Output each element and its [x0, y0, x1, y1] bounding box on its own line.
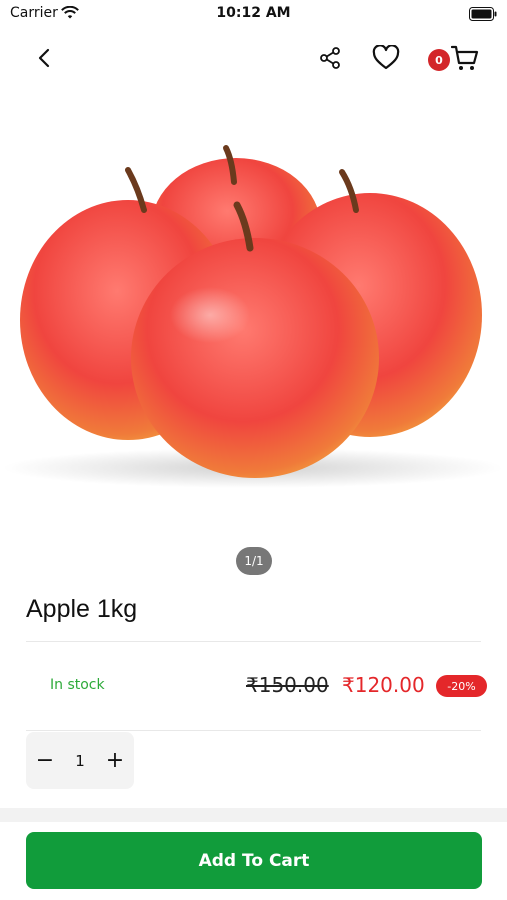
decrease-quantity-button[interactable]: −: [26, 732, 64, 789]
original-price: ₹150.00: [246, 673, 329, 697]
section-separator: [0, 808, 507, 822]
back-icon: [37, 48, 51, 72]
cart-icon: [450, 44, 479, 76]
share-icon: [318, 46, 342, 74]
product-image[interactable]: [0, 100, 507, 530]
quantity-value: 1: [75, 751, 85, 770]
cart-button[interactable]: [448, 42, 482, 78]
add-to-cart-button[interactable]: Add To Cart: [26, 832, 482, 889]
image-page-indicator: 1/1: [236, 547, 272, 575]
product-title: Apple 1kg: [26, 595, 138, 623]
divider: [26, 641, 481, 642]
cart-count-badge: 0: [428, 49, 450, 71]
clock: 10:12 AM: [216, 5, 291, 21]
quantity-stepper: − 1 +: [26, 732, 134, 789]
favorite-button[interactable]: [368, 42, 404, 78]
heart-icon: [372, 44, 400, 75]
sale-price: ₹120.00: [342, 673, 425, 697]
divider: [26, 730, 481, 731]
share-button[interactable]: [313, 42, 347, 78]
battery-icon: [469, 6, 497, 25]
discount-badge: -20%: [436, 675, 487, 697]
increase-quantity-button[interactable]: +: [96, 732, 134, 789]
stock-status: In stock: [50, 677, 105, 693]
status-bar: Carrier 10:12 AM: [0, 0, 507, 28]
back-button[interactable]: [28, 42, 60, 78]
